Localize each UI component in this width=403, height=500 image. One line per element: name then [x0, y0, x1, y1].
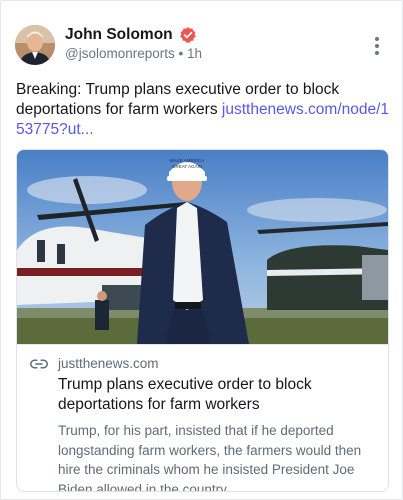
author-name-row: John Solomon [65, 26, 197, 44]
more-vertical-icon-dot [375, 37, 379, 41]
author-meta: @jsolomonreports • 1h [65, 46, 202, 61]
link-title[interactable]: Trump plans executive order to block dep… [58, 375, 378, 415]
cap-text-line-2: GREAT AGAIN [172, 164, 202, 169]
link-description: Trump, for his part, insisted that if he… [58, 423, 362, 492]
author-handle[interactable]: @jsolomonreports [65, 46, 175, 61]
avatar-photo [15, 25, 55, 65]
author-name[interactable]: John Solomon [65, 26, 173, 44]
preview-photo: MAKE AMERICA GREAT AGAIN [17, 150, 388, 344]
link-preview-meta: justthenews.com Trump plans executive or… [17, 344, 388, 492]
more-vertical-icon-dot [375, 51, 379, 55]
link-icon [30, 359, 48, 369]
more-options-button[interactable] [367, 35, 387, 57]
link-preview-card[interactable]: MAKE AMERICA GREAT AGAIN justthenews.com… [16, 149, 389, 492]
post-card: John Solomon @jsolomonreports • 1h Break… [0, 0, 403, 500]
more-vertical-icon-dot [375, 44, 379, 48]
author-avatar[interactable] [15, 25, 55, 65]
link-preview-image: MAKE AMERICA GREAT AGAIN [17, 150, 388, 344]
cap-text-line-1: MAKE AMERICA [170, 158, 204, 163]
post-text: Breaking: Trump plans executive order to… [16, 80, 391, 140]
meta-separator: • [178, 46, 184, 61]
post-time[interactable]: 1h [187, 46, 202, 61]
verified-badge-icon [179, 27, 196, 43]
link-domain: justthenews.com [58, 356, 159, 371]
